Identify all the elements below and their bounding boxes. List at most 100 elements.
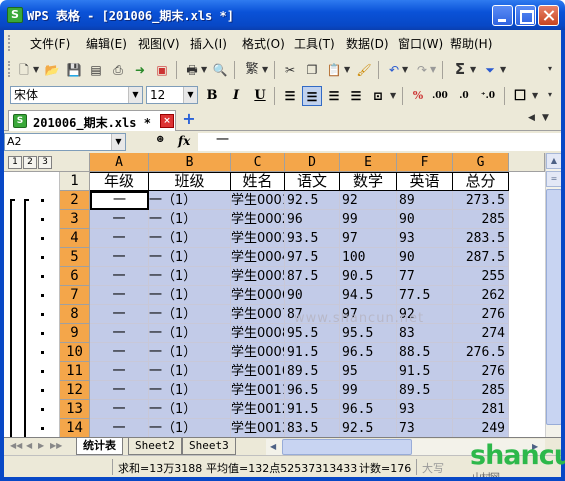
- export-icon[interactable]: ➜: [132, 62, 148, 78]
- data-cell[interactable]: 97: [340, 229, 397, 248]
- data-cell[interactable]: 262: [453, 286, 509, 305]
- bold-button[interactable]: B: [202, 86, 222, 106]
- add-tab-icon[interactable]: +: [181, 111, 197, 128]
- data-cell[interactable]: 学生0004: [231, 248, 285, 267]
- data-cell[interactable]: 一（1）: [149, 324, 231, 343]
- data-cell[interactable]: 学生0001: [231, 191, 285, 210]
- outline-level-3-button[interactable]: 3: [38, 156, 52, 169]
- filter-icon[interactable]: ⏷: [482, 62, 498, 78]
- insert-function-icon[interactable]: fx: [178, 134, 190, 148]
- header-cell[interactable]: 姓名: [231, 172, 285, 191]
- toolbar-overflow-icon[interactable]: ▾: [548, 64, 552, 73]
- data-cell[interactable]: 一（1）: [149, 419, 231, 437]
- data-cell[interactable]: 83.5: [285, 419, 340, 437]
- border-icon[interactable]: ☐: [510, 86, 530, 106]
- column-header[interactable]: B: [149, 153, 231, 172]
- filter-dropdown-icon[interactable]: ▼: [500, 65, 506, 74]
- data-cell[interactable]: 一（1）: [149, 191, 231, 210]
- menu-format[interactable]: 格式(O): [242, 35, 285, 52]
- data-cell[interactable]: 一: [90, 343, 149, 362]
- data-cell[interactable]: 90: [397, 248, 453, 267]
- data-cell[interactable]: 一（1）: [149, 362, 231, 381]
- new-dropdown-icon[interactable]: ▼: [33, 65, 39, 74]
- row-header[interactable]: 9: [60, 324, 90, 343]
- data-cell[interactable]: 91.5: [397, 362, 453, 381]
- prev-sheet-icon[interactable]: ◀: [26, 441, 32, 450]
- data-cell[interactable]: 学生0010: [231, 362, 285, 381]
- data-cell[interactable]: 77: [397, 267, 453, 286]
- data-cell[interactable]: 一（1）: [149, 343, 231, 362]
- data-cell[interactable]: 89: [397, 191, 453, 210]
- data-cell[interactable]: 96.5: [285, 381, 340, 400]
- paste-dropdown-icon[interactable]: ▼: [344, 65, 350, 74]
- data-cell[interactable]: 一（1）: [149, 305, 231, 324]
- print-dropdown-icon[interactable]: ▼: [201, 65, 207, 74]
- data-cell[interactable]: 学生0007: [231, 305, 285, 324]
- align-right-icon[interactable]: ☰: [324, 86, 344, 106]
- sheet-tab-sheet3[interactable]: Sheet3: [182, 438, 236, 455]
- maximize-button[interactable]: [515, 5, 536, 26]
- data-cell[interactable]: 91.5: [285, 343, 340, 362]
- document-tab[interactable]: S 201006_期末.xls * ×: [8, 110, 176, 131]
- header-cell[interactable]: 班级: [149, 172, 231, 191]
- decrease-decimal-icon[interactable]: .0: [454, 86, 474, 106]
- data-cell[interactable]: 学生0009: [231, 343, 285, 362]
- data-cell[interactable]: 一（1）: [149, 267, 231, 286]
- row-header[interactable]: 4: [60, 229, 90, 248]
- data-cell[interactable]: 100: [340, 248, 397, 267]
- column-header[interactable]: F: [397, 153, 453, 172]
- chevron-down-icon[interactable]: ▼: [111, 134, 125, 150]
- header-cell[interactable]: 总分: [453, 172, 509, 191]
- preview-icon[interactable]: 🔍: [212, 62, 228, 78]
- undo-icon[interactable]: ↶: [386, 62, 402, 78]
- scroll-split-icon[interactable]: =: [546, 171, 561, 187]
- row-header[interactable]: 12: [60, 381, 90, 400]
- data-cell[interactable]: 249: [453, 419, 509, 437]
- data-cell[interactable]: 94.5: [340, 286, 397, 305]
- toolbar-overflow-icon[interactable]: ▾: [548, 90, 552, 99]
- data-cell[interactable]: 93: [397, 400, 453, 419]
- data-cell[interactable]: 93.5: [285, 229, 340, 248]
- data-cell[interactable]: 90.5: [340, 267, 397, 286]
- menu-data[interactable]: 数据(D): [346, 35, 389, 52]
- data-cell[interactable]: 87.5: [285, 267, 340, 286]
- data-cell[interactable]: 255: [453, 267, 509, 286]
- row-header[interactable]: 11: [60, 362, 90, 381]
- first-sheet-icon[interactable]: ◀◀: [10, 441, 22, 450]
- row-header[interactable]: 14: [60, 419, 90, 437]
- menu-grip[interactable]: [8, 35, 12, 51]
- column-header[interactable]: C: [231, 153, 285, 172]
- data-cell[interactable]: 学生0008: [231, 324, 285, 343]
- minimize-button[interactable]: [492, 5, 513, 26]
- header-cell[interactable]: 英语: [397, 172, 453, 191]
- data-cell[interactable]: 一: [90, 400, 149, 419]
- chevron-down-icon[interactable]: ▼: [183, 87, 197, 103]
- row-header[interactable]: 3: [60, 210, 90, 229]
- vertical-scroll-thumb[interactable]: [546, 189, 561, 425]
- scroll-up-icon[interactable]: ▲: [546, 153, 561, 169]
- row-header[interactable]: 6: [60, 267, 90, 286]
- column-header[interactable]: G: [453, 153, 509, 172]
- column-header[interactable]: [509, 153, 545, 172]
- align-center-icon[interactable]: ☰: [302, 86, 322, 106]
- merge-center-icon[interactable]: ⊡: [368, 86, 388, 106]
- data-cell[interactable]: 一（1）: [149, 210, 231, 229]
- data-cell[interactable]: 95.5: [340, 324, 397, 343]
- data-cell[interactable]: 一（1）: [149, 248, 231, 267]
- data-cell[interactable]: 96: [285, 210, 340, 229]
- sheet-tab-sheet2[interactable]: Sheet2: [128, 438, 182, 455]
- vertical-scrollbar[interactable]: ▲ =: [545, 153, 561, 437]
- row-header[interactable]: 5: [60, 248, 90, 267]
- outline-level-1-button[interactable]: 1: [8, 156, 22, 169]
- menu-file[interactable]: 文件(F): [30, 35, 70, 52]
- data-cell[interactable]: 77.5: [397, 286, 453, 305]
- sheet-tab-statistics[interactable]: 统计表: [76, 438, 123, 455]
- menu-window[interactable]: 窗口(W): [398, 35, 443, 52]
- data-cell[interactable]: 一（1）: [149, 229, 231, 248]
- data-cell[interactable]: 90: [285, 286, 340, 305]
- sum-dropdown-icon[interactable]: ▼: [470, 65, 476, 74]
- data-cell[interactable]: 276: [453, 362, 509, 381]
- data-cell[interactable]: 一（1）: [149, 381, 231, 400]
- last-sheet-icon[interactable]: ▶▶: [50, 441, 62, 450]
- data-cell[interactable]: 一: [90, 324, 149, 343]
